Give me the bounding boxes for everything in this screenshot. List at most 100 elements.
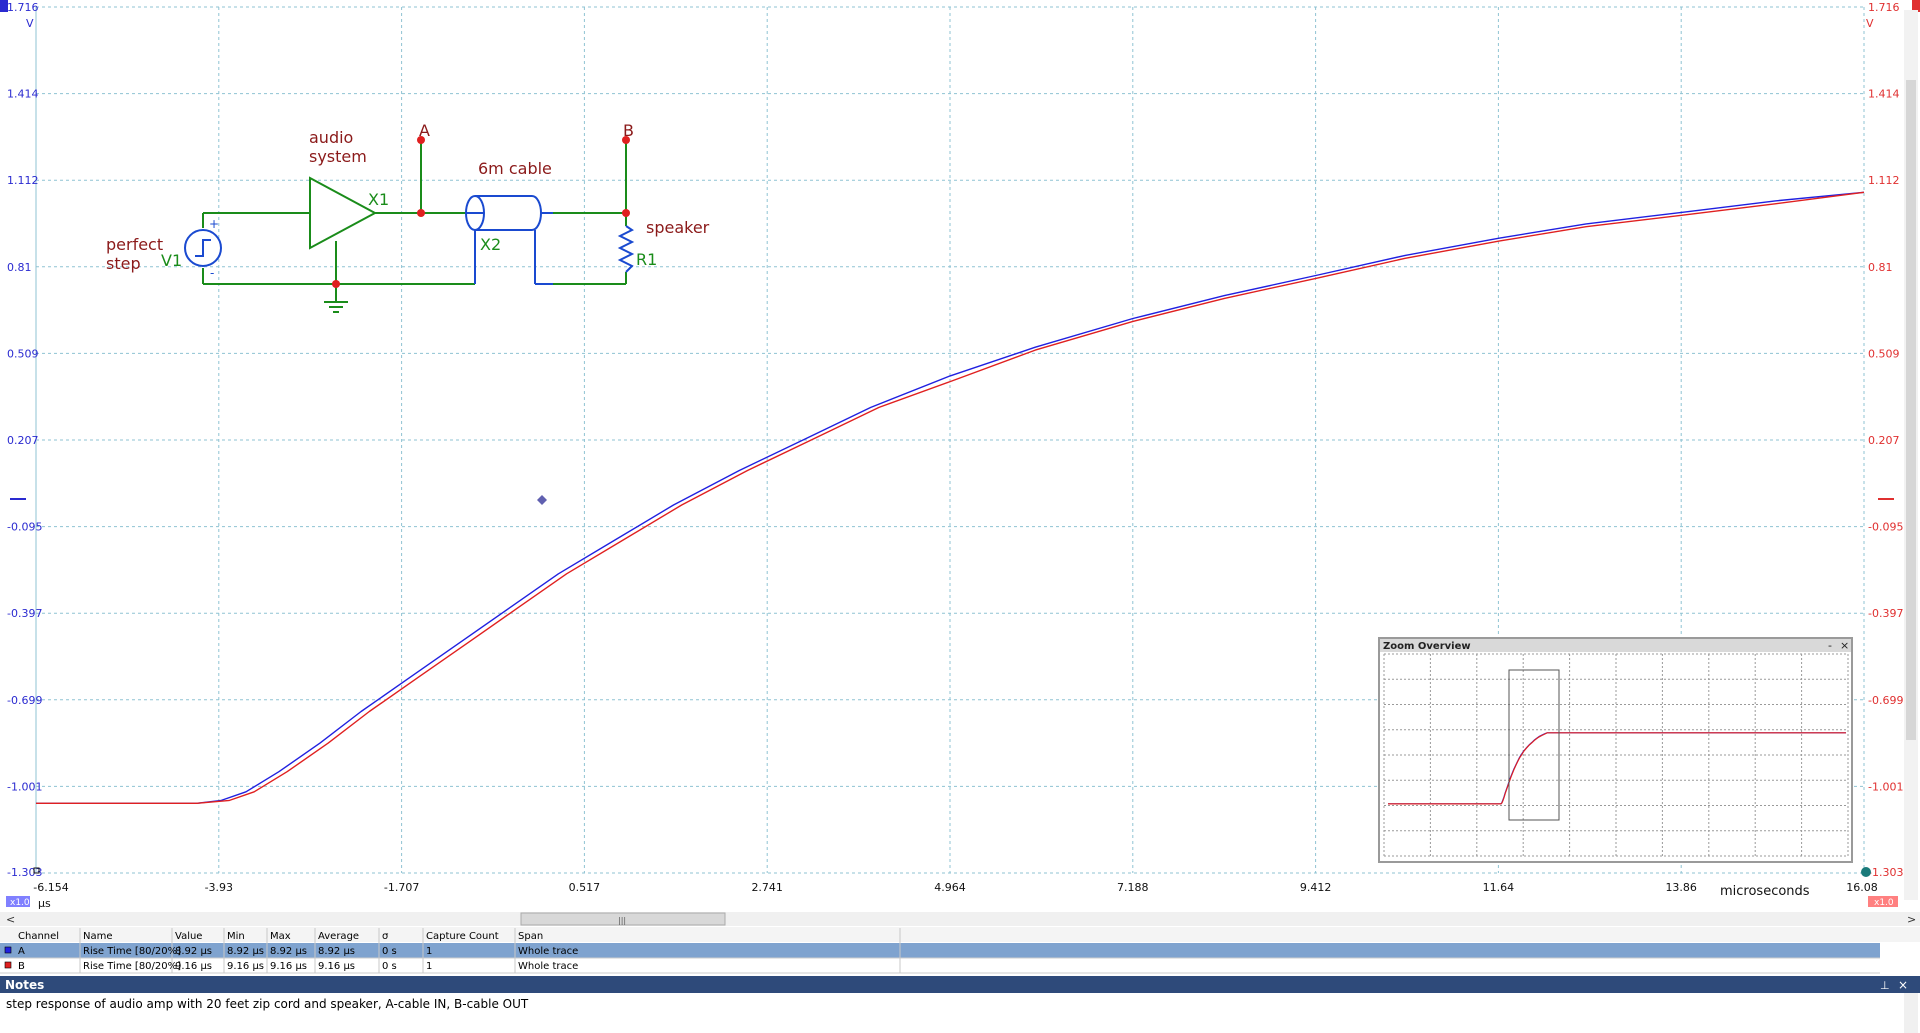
x-unit-label: µs — [38, 897, 51, 910]
right-unit-label: V — [1866, 17, 1874, 30]
x-tick-label: -6.154 — [33, 881, 68, 894]
table-header-cell[interactable]: Average — [318, 931, 359, 942]
table-cell: 1 — [426, 946, 432, 957]
x-tick-label: 7.188 — [1117, 881, 1149, 894]
channel-color-swatch — [4, 961, 12, 969]
y-tick-label-right: -0.699 — [1868, 694, 1903, 707]
speaker-label: speaker — [646, 218, 710, 237]
notes-titlebar — [0, 976, 1920, 993]
y-tick-label-right: 0.81 — [1868, 261, 1893, 274]
table-cell: A — [18, 946, 25, 957]
y-tick-label-left: -0.699 — [7, 694, 42, 707]
channel-color-swatch — [4, 946, 12, 954]
y-tick-label-left: 0.81 — [7, 261, 32, 274]
x1-label: X1 — [368, 190, 389, 209]
table-header-cell[interactable]: σ — [382, 931, 389, 942]
x-axis-title: microseconds — [1720, 884, 1810, 899]
table-cell: 9.16 µs — [270, 961, 307, 972]
table-cell: 8.92 µs — [175, 946, 212, 957]
notes-scrollbar[interactable] — [1904, 993, 1918, 1033]
y-tick-label-left: -1.001 — [7, 780, 42, 793]
vertical-scrollbar-thumb[interactable] — [1906, 80, 1916, 740]
table-cell: Rise Time [80/20%] — [83, 961, 181, 972]
probe-a-label: A — [419, 121, 430, 140]
table-cell: Whole trace — [518, 946, 578, 957]
x-tick-label: 13.86 — [1665, 881, 1697, 894]
background — [0, 0, 1920, 1033]
audio-label: audio — [309, 128, 353, 147]
y-tick-label-left: 1.414 — [7, 88, 39, 101]
y-tick-label-right: -0.397 — [1868, 607, 1903, 620]
table-header-cell[interactable]: Max — [270, 931, 291, 942]
y-tick-label-right: -1.303 — [1868, 866, 1903, 879]
table-cell: 8.92 µs — [318, 946, 355, 957]
table-cell: 9.16 µs — [175, 961, 212, 972]
source-minus-label: - — [210, 266, 214, 280]
y-tick-label-right: -1.001 — [1868, 780, 1903, 793]
x2-label: X2 — [480, 235, 501, 254]
table-header-cell[interactable]: Span — [518, 931, 543, 942]
y-tick-label-left: 1.716 — [7, 1, 39, 14]
table-header-cell[interactable]: Name — [83, 931, 113, 942]
cable-label: 6m cable — [478, 159, 552, 178]
scroll-left-arrow[interactable]: < — [6, 913, 15, 926]
y-tick-label-right: 0.207 — [1868, 434, 1900, 447]
source-plus-label: + — [209, 217, 219, 231]
scope-window: 1.716 1.414 1.112 0.81 0.509 0.207 -0.095 -0.39… — [0, 0, 1920, 1033]
table-header-cell[interactable]: Capture Count — [426, 931, 499, 942]
table-cell: Rise Time [80/20%] — [83, 946, 181, 957]
scrollbar-thumb-grip: ||| — [618, 916, 626, 925]
horizontal-scrollbar[interactable] — [0, 912, 1920, 926]
x-tick-label: 0.517 — [569, 881, 601, 894]
y-tick-label-left: -0.397 — [7, 607, 42, 620]
probe-b-label: B — [623, 121, 634, 140]
zoom-overview-minimize-button[interactable]: - — [1828, 639, 1832, 652]
notes-title: Notes — [5, 978, 44, 992]
channel-a-top-marker[interactable] — [0, 0, 8, 12]
table-cell: 0 s — [382, 961, 397, 972]
y-tick-label-right: 1.414 — [1868, 88, 1900, 101]
table-cell: 9.16 µs — [318, 961, 355, 972]
notes-pin-button[interactable]: ⊥ — [1880, 979, 1890, 992]
x-tick-label: 11.64 — [1483, 881, 1515, 894]
y-tick-label-right: 1.716 — [1868, 1, 1900, 14]
right-ruler-handle[interactable] — [1861, 867, 1871, 877]
perfect-label: perfect — [106, 235, 163, 254]
y-tick-label-right: 0.509 — [1868, 347, 1900, 360]
table-cell: 8.92 µs — [270, 946, 307, 957]
scroll-right-arrow[interactable]: > — [1907, 913, 1916, 926]
step-label: step — [106, 254, 141, 273]
left-unit-label: V — [26, 17, 34, 30]
notes-close-button[interactable]: × — [1898, 978, 1908, 992]
x-tick-label: -3.93 — [205, 881, 233, 894]
left-zoom-label: x1.0 — [10, 898, 30, 908]
x-tick-label: -1.707 — [384, 881, 419, 894]
x-tick-label: 9.412 — [1300, 881, 1332, 894]
r1-label: R1 — [636, 250, 657, 269]
y-tick-label-left: 0.509 — [7, 347, 39, 360]
table-cell: 9.16 µs — [227, 961, 264, 972]
zoom-overview-title: Zoom Overview — [1383, 641, 1471, 652]
measurements-table: Channel Name Value Min Max Average σ Capture Co… — [0, 927, 1920, 974]
zoom-overview-panel[interactable]: Zoom Overview - × — [1378, 637, 1853, 863]
table-cell: 1 — [426, 961, 432, 972]
y-tick-label-right: -0.095 — [1868, 521, 1903, 534]
y-tick-label-left: 0.207 — [7, 434, 39, 447]
system-label: system — [309, 147, 367, 166]
table-header-cell[interactable]: Value — [175, 931, 202, 942]
table-cell: 8.92 µs — [227, 946, 264, 957]
zoom-overview-close-button[interactable]: × — [1840, 639, 1849, 652]
x-tick-label: 16.08 — [1846, 881, 1878, 894]
table-cell: Whole trace — [518, 961, 578, 972]
table-cell: 0 s — [382, 946, 397, 957]
table-header-cell[interactable]: Min — [227, 931, 245, 942]
table-header-cell[interactable]: Channel — [18, 931, 59, 942]
right-zoom-label: x1.0 — [1874, 898, 1894, 908]
notes-text: step response of audio amp with 20 feet … — [6, 997, 529, 1011]
table-cell: B — [18, 961, 25, 972]
v1-label: V1 — [161, 251, 182, 270]
x-tick-label: 2.741 — [751, 881, 783, 894]
y-tick-label-right: 1.112 — [1868, 174, 1900, 187]
x-tick-label: 4.964 — [934, 881, 966, 894]
y-tick-label-left: 1.112 — [7, 174, 39, 187]
